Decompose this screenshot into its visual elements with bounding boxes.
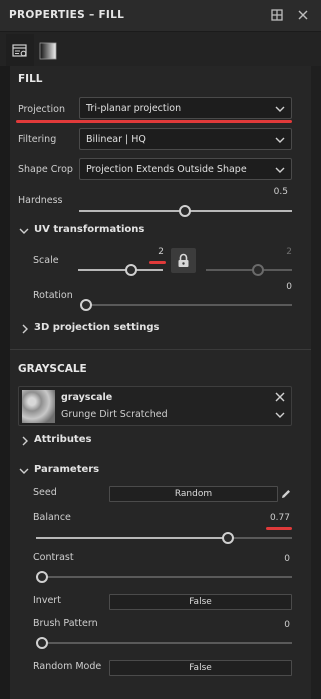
resource-thumbnail [22, 390, 55, 423]
lock-button[interactable] [171, 248, 196, 273]
scrollbar-track[interactable] [311, 66, 321, 699]
hardness-value[interactable]: 0.5 [260, 187, 288, 197]
filtering-value: Bilinear | HQ [86, 134, 146, 145]
contrast-slider-track[interactable] [36, 576, 292, 578]
shape-crop-label: Shape Crop [18, 164, 73, 175]
balance-label: Balance [33, 512, 71, 523]
rotation-slider-knob[interactable] [80, 299, 92, 311]
uv-transformations-header[interactable]: UV transformations [34, 224, 144, 235]
window-title: PROPERTIES – FILL [9, 9, 125, 21]
projection-label: Projection [18, 104, 65, 115]
pencil-icon[interactable] [280, 488, 292, 500]
shape-crop-dropdown[interactable]: Projection Extends Outside Shape [79, 158, 292, 180]
invert-label: Invert [33, 595, 61, 606]
lock-icon [178, 253, 189, 267]
scale-slider-track-right[interactable] [206, 269, 292, 271]
hardness-slider-knob[interactable] [179, 205, 191, 217]
scale-slider-knob-left[interactable] [125, 264, 137, 276]
hardness-label: Hardness [18, 195, 63, 206]
chevron-down-icon[interactable] [275, 410, 285, 420]
maximize-icon[interactable] [270, 8, 284, 22]
tab-strip [0, 32, 321, 66]
chevron-down-icon [275, 106, 285, 112]
grayscale-heading: GRAYSCALE [18, 363, 87, 375]
tab-properties[interactable] [6, 34, 34, 66]
close-icon[interactable] [275, 392, 285, 402]
scale-label: Scale [33, 255, 59, 266]
random-mode-toggle[interactable]: False [109, 660, 292, 676]
annotation-underline [266, 527, 292, 530]
parameters-header[interactable]: Parameters [34, 464, 99, 475]
invert-value: False [189, 597, 212, 607]
annotation-underline [149, 261, 166, 264]
chevron-down-icon [275, 167, 285, 173]
chevron-right-icon[interactable] [20, 436, 30, 446]
invert-toggle[interactable]: False [109, 594, 292, 610]
shape-crop-value: Projection Extends Outside Shape [86, 164, 247, 175]
seed-label: Seed [33, 487, 57, 498]
close-icon[interactable] [296, 8, 310, 22]
seed-random-label: Random [174, 489, 213, 499]
random-mode-label: Random Mode [33, 661, 102, 672]
contrast-value[interactable]: 0 [278, 554, 290, 564]
section-divider [10, 349, 311, 350]
projection-dropdown[interactable]: Tri-planar projection [79, 97, 292, 119]
properties-panel: FILL Projection Tri-planar projection Fi… [10, 66, 311, 699]
contrast-label: Contrast [33, 552, 74, 563]
filtering-label: Filtering [18, 134, 57, 145]
balance-slider-track-rest[interactable] [228, 537, 292, 539]
balance-slider-track-filled[interactable] [36, 537, 228, 539]
chevron-right-icon[interactable] [20, 324, 30, 334]
scale-slider-track-left[interactable] [78, 269, 163, 271]
attributes-header[interactable]: Attributes [34, 434, 91, 445]
fill-heading: FILL [18, 73, 43, 85]
brush-pattern-label: Brush Pattern [33, 618, 98, 629]
filtering-dropdown[interactable]: Bilinear | HQ [79, 128, 292, 150]
brush-pattern-slider-track[interactable] [36, 642, 292, 644]
scale-value-left[interactable]: 2 [150, 247, 164, 257]
resource-name: grayscale [61, 392, 113, 403]
resource-subtitle: Grunge Dirt Scratched [61, 409, 168, 420]
3d-projection-settings-header[interactable]: 3D projection settings [34, 322, 159, 333]
properties-tab-icon [12, 44, 27, 57]
balance-value[interactable]: 0.77 [264, 513, 290, 523]
brush-pattern-value[interactable]: 0 [278, 620, 290, 630]
chevron-down-icon [275, 137, 285, 143]
brush-pattern-slider-knob[interactable] [36, 637, 48, 649]
rotation-value[interactable]: 0 [278, 282, 292, 292]
rotation-slider-track[interactable] [80, 304, 292, 306]
chevron-down-icon[interactable] [19, 466, 29, 476]
grayscale-tab-icon [39, 42, 57, 60]
resource-slot[interactable]: grayscale Grunge Dirt Scratched [18, 386, 292, 426]
scale-value-right[interactable]: 2 [278, 247, 292, 257]
balance-slider-knob[interactable] [222, 532, 234, 544]
projection-value: Tri-planar projection [86, 103, 182, 114]
seed-random-button[interactable]: Random [109, 486, 278, 502]
annotation-underline [16, 120, 292, 123]
tab-grayscale[interactable] [34, 34, 62, 66]
rotation-label: Rotation [33, 290, 73, 301]
contrast-slider-knob[interactable] [36, 571, 48, 583]
scale-slider-knob-right[interactable] [252, 264, 264, 276]
chevron-down-icon[interactable] [19, 226, 29, 236]
random-mode-value: False [189, 663, 212, 673]
window-titlebar: PROPERTIES – FILL [0, 0, 321, 32]
